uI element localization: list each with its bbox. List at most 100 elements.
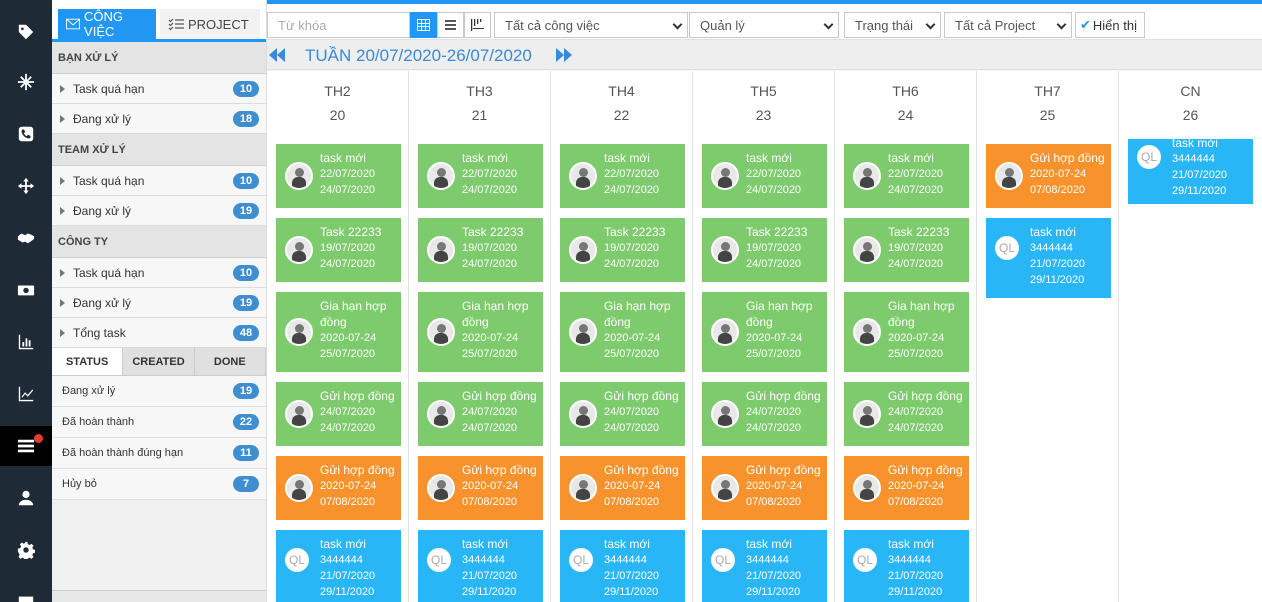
handshake-icon[interactable] xyxy=(0,218,52,258)
task-date: 22/07/2020 xyxy=(320,168,376,180)
task-card[interactable]: QL task mới 3444444 21/07/2020 29/11/2020 xyxy=(276,530,401,602)
sidebar-item-task-qua-han[interactable]: Task quá hạn 10 xyxy=(52,166,266,196)
tab-congviec[interactable]: CÔNG VIỆC xyxy=(58,9,156,39)
task-card[interactable]: Gửi hợp đồng 24/07/2020 24/07/2020 xyxy=(844,382,969,446)
day-body: task mới 22/07/2020 24/07/2020 Task 22233 1… xyxy=(693,139,834,602)
snowflake-icon[interactable] xyxy=(0,62,52,102)
task-card[interactable]: Gửi hợp đồng 2020-07-24 07/08/2020 xyxy=(418,456,543,520)
filter-project-select[interactable]: Tất cả Project xyxy=(944,12,1072,38)
task-card[interactable]: Task 22233 19/07/2020 24/07/2020 xyxy=(276,218,401,282)
task-card[interactable]: Gia hạn hợp đồng 2020-07-24 25/07/2020 xyxy=(702,292,827,372)
gantt-view-button[interactable] xyxy=(464,12,491,38)
sidebar-item-label: Đang xử lý xyxy=(73,295,132,310)
sidebar-item-task-qua-han[interactable]: Task quá hạn 10 xyxy=(52,74,266,104)
tasks-icon[interactable] xyxy=(0,426,59,466)
status-item-da-hoan-thanh[interactable]: Đã hoàn thành 22 xyxy=(52,407,266,438)
line-chart-icon[interactable] xyxy=(0,374,52,414)
search-input[interactable]: Từ khóa xyxy=(267,12,410,38)
task-card[interactable]: Gửi hợp đồng 2020-07-24 07/08/2020 xyxy=(702,456,827,520)
sidebar-item-label: Task quá hạn xyxy=(73,265,145,280)
task-card[interactable]: task mới 22/07/2020 24/07/2020 xyxy=(560,144,685,208)
sidebar-item-task-qua-han[interactable]: Task quá hạn 10 xyxy=(52,258,266,288)
task-card[interactable]: Gia hạn hợp đồng 2020-07-24 25/07/2020 xyxy=(844,292,969,372)
task-date: 07/08/2020 xyxy=(320,496,376,508)
task-date: 21/07/2020 xyxy=(746,570,802,582)
task-card[interactable]: QL task mới 3444444 21/07/2020 29/11/2020 xyxy=(844,530,969,602)
task-title: task mới xyxy=(888,537,934,551)
status-item-label: Hủy bỏ xyxy=(62,478,97,490)
main-panel: Từ khóa Tất cả công việc Quản lý Trạng t… xyxy=(267,0,1262,602)
task-card[interactable]: task mới 22/07/2020 24/07/2020 xyxy=(702,144,827,208)
list-view-button[interactable] xyxy=(437,12,464,38)
task-card[interactable]: QL task mới 3444444 21/07/2020 29/11/2020 xyxy=(418,530,543,602)
task-code: 3444444 xyxy=(1030,242,1073,254)
task-date: 07/08/2020 xyxy=(1030,184,1086,196)
task-card[interactable]: Gia hạn hợp đồng 2020-07-24 25/07/2020 xyxy=(418,292,543,372)
task-card[interactable]: Task 22233 19/07/2020 24/07/2020 xyxy=(702,218,827,282)
money-icon[interactable] xyxy=(0,270,52,310)
task-card[interactable]: Task 22233 19/07/2020 24/07/2020 xyxy=(844,218,969,282)
task-title: Gửi hợp đồng xyxy=(462,463,537,477)
tab-project[interactable]: PROJECT xyxy=(160,9,260,39)
avatar xyxy=(285,474,313,502)
week-title: TUẦN 20/07/2020-26/07/2020 xyxy=(305,46,532,65)
filter-manager-value: Quản lý xyxy=(700,17,745,33)
phone-icon[interactable] xyxy=(0,114,52,154)
task-card[interactable]: Gửi hợp đồng 2020-07-24 07/08/2020 xyxy=(986,144,1111,208)
task-card[interactable]: Gửi hợp đồng 2020-07-24 07/08/2020 xyxy=(844,456,969,520)
tab-created[interactable]: CREATED xyxy=(123,348,195,375)
task-card[interactable]: Gửi hợp đồng 24/07/2020 24/07/2020 xyxy=(702,382,827,446)
filter-status-select[interactable]: Trạng thái xyxy=(844,12,941,38)
avatar: QL xyxy=(853,548,877,572)
check-icon: ✔ xyxy=(1080,17,1091,32)
task-date: 2020-07-24 xyxy=(320,332,377,344)
avatar xyxy=(569,236,597,264)
status-item-dung-han[interactable]: Đã hoàn thành đúng hạn 11 xyxy=(52,438,266,469)
filter-all-work-select[interactable]: Tất cả công việc xyxy=(494,12,688,38)
tab-status[interactable]: STATUS xyxy=(52,348,124,375)
task-card[interactable]: task mới 22/07/2020 24/07/2020 xyxy=(418,144,543,208)
task-card[interactable]: Gửi hợp đồng 24/07/2020 24/07/2020 xyxy=(418,382,543,446)
task-card[interactable]: Gia hạn hợp đồng 2020-07-24 25/07/2020 xyxy=(560,292,685,372)
status-item-huy-bo[interactable]: Hủy bỏ 7 xyxy=(52,469,266,500)
gear-icon[interactable] xyxy=(0,530,52,570)
mail-icon[interactable] xyxy=(0,582,52,602)
task-card[interactable]: Gửi hợp đồng 2020-07-24 07/08/2020 xyxy=(560,456,685,520)
next-week-icon[interactable] xyxy=(556,48,572,62)
task-date: 07/08/2020 xyxy=(746,496,802,508)
filter-manager-select[interactable]: Quản lý xyxy=(689,12,839,38)
sidebar-item-tong-task[interactable]: Tổng task 48 xyxy=(52,318,266,348)
sidebar-item-dang-xu-ly[interactable]: Đang xử lý 18 xyxy=(52,104,266,134)
task-code: 3444444 xyxy=(1172,153,1215,165)
task-date: 21/07/2020 xyxy=(1030,258,1086,270)
task-card[interactable]: task mới 22/07/2020 24/07/2020 xyxy=(276,144,401,208)
task-card[interactable]: Gia hạn hợp đồng 2020-07-24 25/07/2020 xyxy=(276,292,401,372)
show-button[interactable]: ✔ Hiển thị xyxy=(1075,12,1145,38)
status-item-dang-xu-ly[interactable]: Đang xử lý 19 xyxy=(52,376,266,407)
crosshair-icon[interactable] xyxy=(0,166,52,206)
task-card[interactable]: Gửi hợp đồng 24/07/2020 24/07/2020 xyxy=(276,382,401,446)
task-card[interactable]: QL task mới 3444444 21/07/2020 29/11/2020 xyxy=(986,218,1111,298)
task-card[interactable]: Task 22233 19/07/2020 24/07/2020 xyxy=(418,218,543,282)
user-icon[interactable] xyxy=(0,478,52,518)
prev-week-icon[interactable] xyxy=(269,48,285,62)
day-column-th2: TH2 20 task mới 22/07/2020 24/07/2020 Task … xyxy=(267,71,409,602)
avatar xyxy=(285,318,313,346)
task-card[interactable]: Gửi hợp đồng 2020-07-24 07/08/2020 xyxy=(276,456,401,520)
task-card[interactable]: Gửi hợp đồng 24/07/2020 24/07/2020 xyxy=(560,382,685,446)
sidebar-item-dang-xu-ly[interactable]: Đang xử lý 19 xyxy=(52,196,266,226)
sidebar-item-dang-xu-ly[interactable]: Đang xử lý 19 xyxy=(52,288,266,318)
task-card[interactable]: QL task mới 3444444 21/07/2020 29/11/2020 xyxy=(702,530,827,602)
tab-done[interactable]: DONE xyxy=(194,348,266,375)
task-card[interactable]: Task 22233 19/07/2020 24/07/2020 xyxy=(560,218,685,282)
task-date: 29/11/2020 xyxy=(1172,185,1227,197)
task-card[interactable]: QL task mới 3444444 21/07/2020 29/11/2020 xyxy=(1128,139,1253,204)
bar-chart-icon[interactable] xyxy=(0,322,52,362)
calendar-view-button[interactable] xyxy=(410,12,437,38)
task-title: Gửi hợp đồng xyxy=(604,463,679,477)
sidebar: CÔNG VIỆC PROJECT BẠN XỬ LÝ Task quá hạn… xyxy=(52,0,267,602)
tag-icon[interactable] xyxy=(0,12,52,52)
task-card[interactable]: QL task mới 3444444 21/07/2020 29/11/2020 xyxy=(560,530,685,602)
week-navigation: TUẦN 20/07/2020-26/07/2020 xyxy=(267,40,1262,70)
task-card[interactable]: task mới 22/07/2020 24/07/2020 xyxy=(844,144,969,208)
